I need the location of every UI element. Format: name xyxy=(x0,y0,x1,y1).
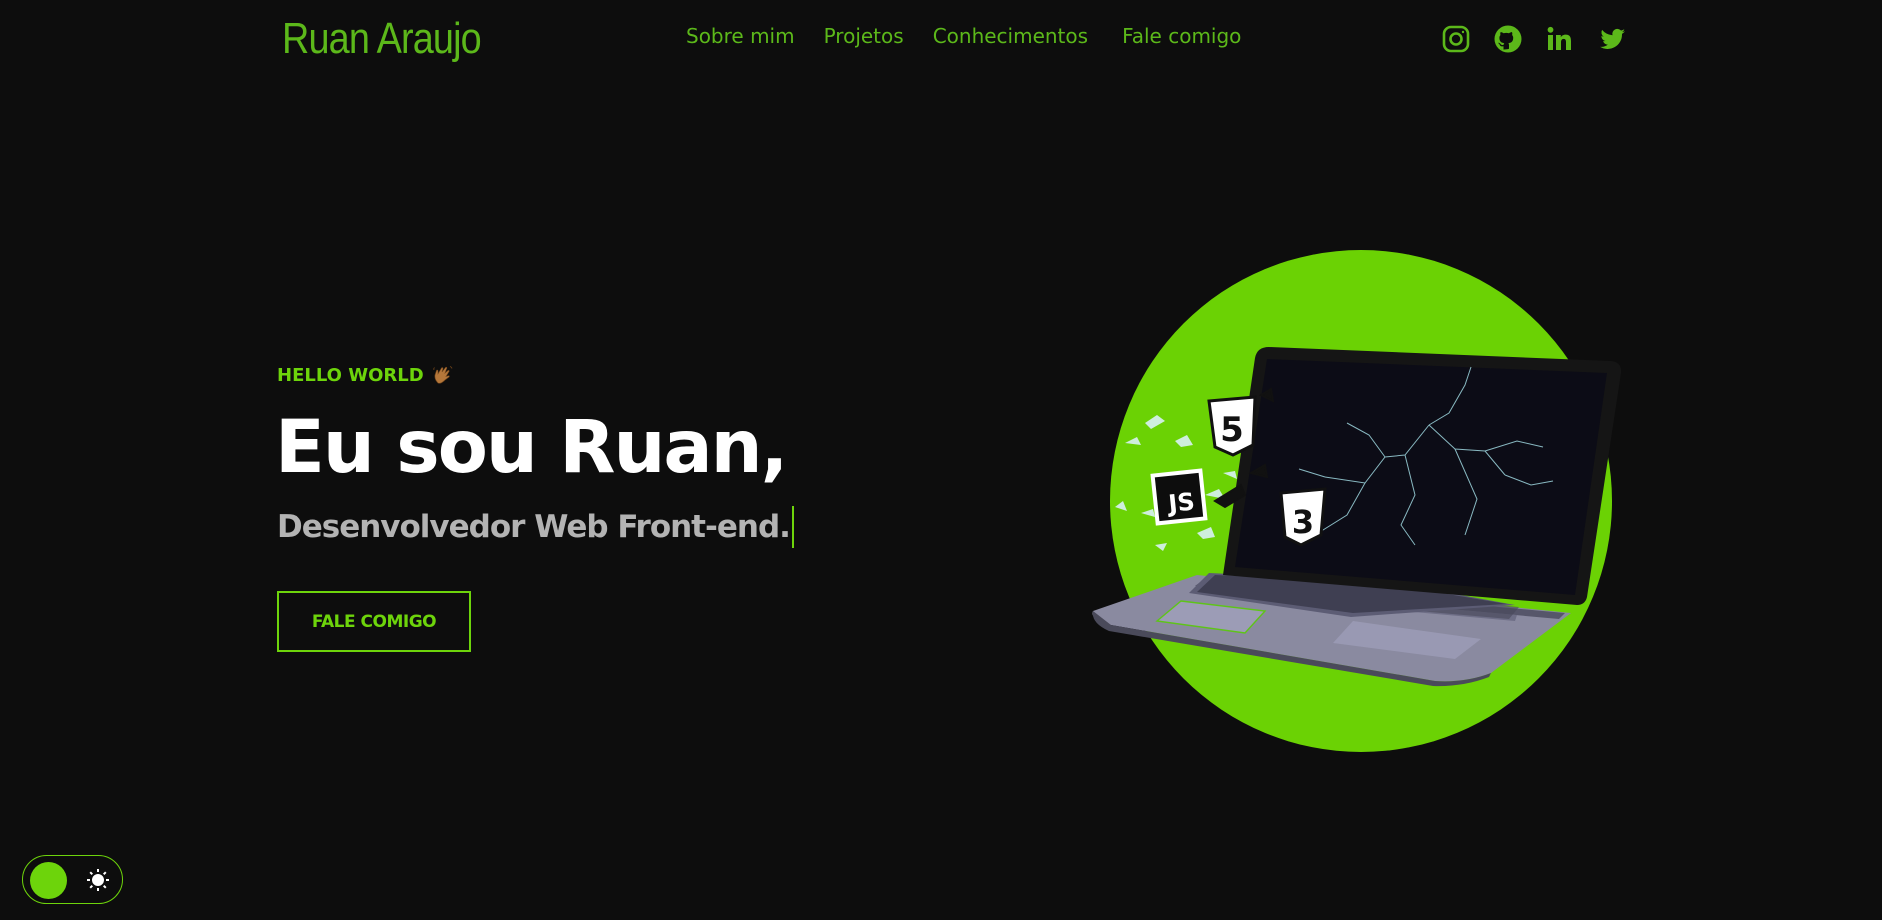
main-nav: Sobre mim Projetos Conhecimentos Fale co… xyxy=(686,24,1241,48)
linkedin-icon[interactable] xyxy=(1545,24,1575,54)
twitter-icon[interactable] xyxy=(1597,24,1627,54)
hero-headline: Eu sou Ruan, xyxy=(275,405,788,490)
instagram-icon[interactable] xyxy=(1441,24,1471,54)
nav-link-conhecimentos[interactable]: Conhecimentos xyxy=(933,24,1088,48)
fale-comigo-button[interactable]: FALE COMIGO xyxy=(277,591,471,652)
hero-illustration: 5 JS 3 xyxy=(1085,245,1625,765)
social-links xyxy=(1441,24,1627,54)
nav-link-sobre-mim[interactable]: Sobre mim xyxy=(686,24,795,48)
js-badge-label: JS xyxy=(1165,487,1196,518)
nav-link-projetos[interactable]: Projetos xyxy=(824,24,904,48)
logo[interactable]: Ruan Araujo xyxy=(282,14,482,64)
hero-subline-text: Desenvolvedor Web Front-end. xyxy=(277,509,791,545)
hero-eyebrow: HELLO WORLD xyxy=(277,364,454,386)
laptop-illustration: 5 JS 3 xyxy=(1092,250,1622,752)
hero-subline: Desenvolvedor Web Front-end. xyxy=(277,506,794,548)
html5-badge: 5 xyxy=(1207,395,1257,457)
hero-eyebrow-text: HELLO WORLD xyxy=(277,364,424,386)
theme-toggle[interactable] xyxy=(22,855,123,904)
sun-icon xyxy=(86,868,110,892)
typing-caret xyxy=(791,506,794,548)
html5-badge-label: 5 xyxy=(1220,410,1244,450)
waving-hand-icon xyxy=(432,364,454,386)
page: Ruan Araujo Sobre mim Projetos Conhecime… xyxy=(0,0,1882,920)
github-icon[interactable] xyxy=(1493,24,1523,54)
js-badge: JS xyxy=(1150,468,1208,526)
toggle-knob xyxy=(30,862,67,899)
css3-badge: 3 xyxy=(1279,487,1327,547)
nav-link-fale-comigo[interactable]: Fale comigo xyxy=(1122,24,1241,48)
css3-badge-label: 3 xyxy=(1292,503,1314,541)
